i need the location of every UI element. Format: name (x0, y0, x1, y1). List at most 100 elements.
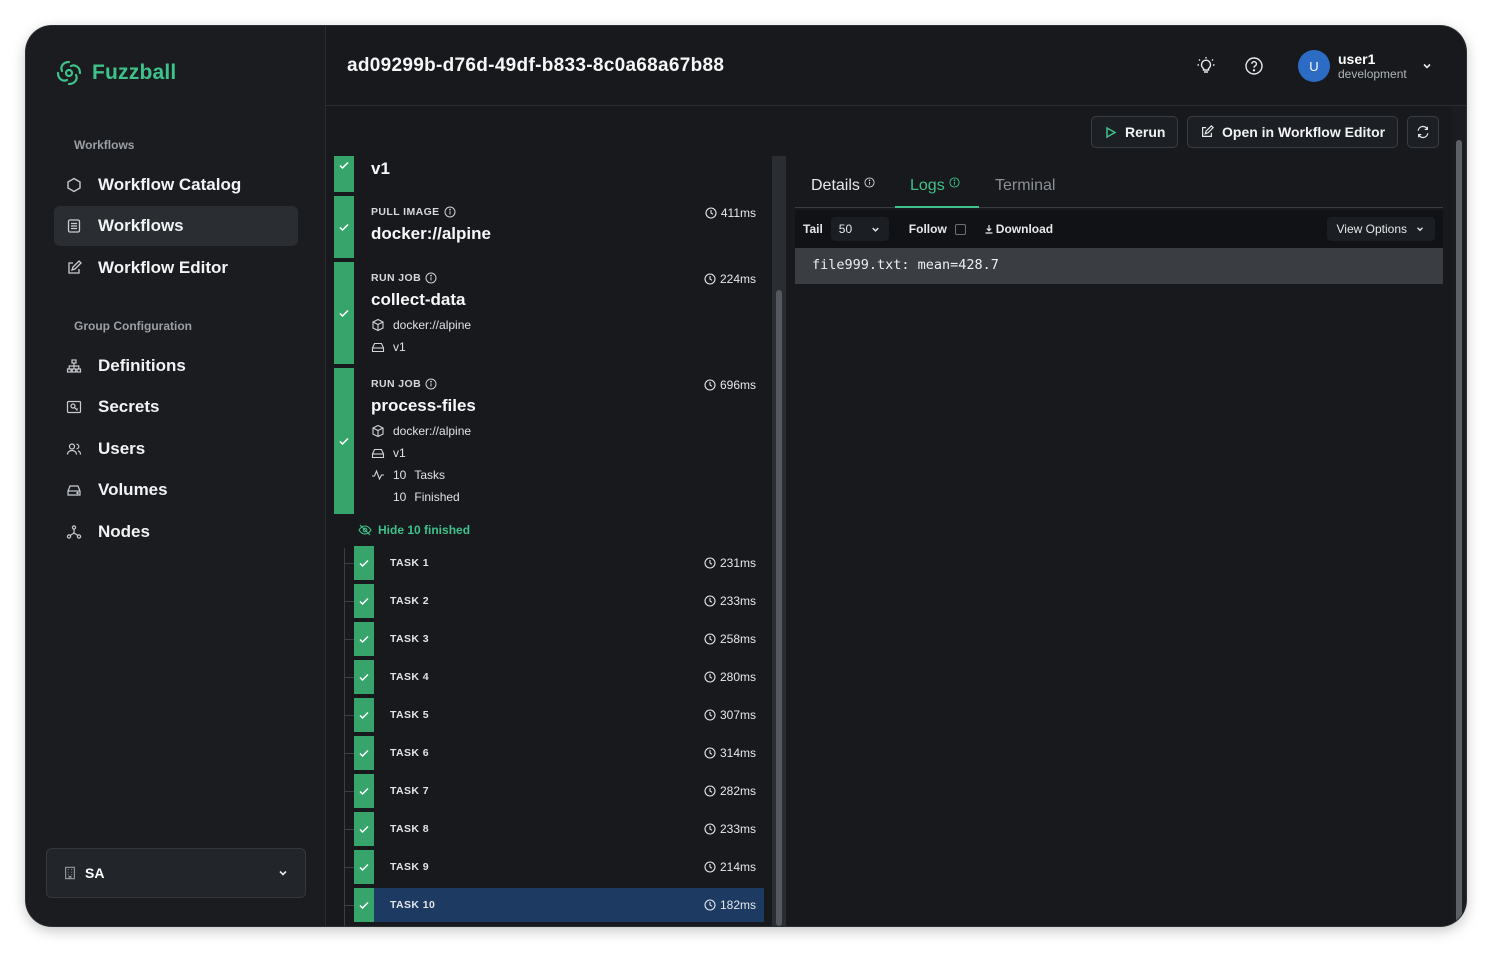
hide-finished-label: Hide 10 finished (378, 523, 471, 537)
task-row[interactable]: TASK 5 307ms (344, 698, 764, 732)
logo[interactable]: Fuzzball (54, 58, 176, 88)
step-version: v1 (371, 340, 406, 354)
tab-logs[interactable]: Logs (895, 174, 979, 208)
clock-icon (704, 899, 716, 911)
open-in-editor-button[interactable]: Open in Workflow Editor (1187, 116, 1399, 148)
clock-icon (704, 785, 716, 797)
step-duration: 696ms (704, 378, 756, 392)
open-editor-label: Open in Workflow Editor (1222, 124, 1386, 140)
follow-checkbox[interactable] (954, 223, 966, 235)
tab-label: Details (811, 177, 860, 194)
task-connector (344, 601, 354, 602)
tasks-count-value: 10 (393, 468, 407, 482)
download-button[interactable]: Download (984, 222, 1053, 236)
task-row[interactable]: TASK 8 233ms (344, 812, 764, 846)
task-row[interactable]: TASK 2 233ms (344, 584, 764, 618)
duration-value: 224ms (719, 272, 756, 286)
user-menu[interactable]: U user1 development (1298, 50, 1433, 82)
task-row[interactable]: TASK 1 231ms (344, 546, 764, 580)
task-row[interactable]: TASK 9 214ms (344, 850, 764, 884)
status-bar (354, 698, 374, 732)
chevron-down-icon (1423, 63, 1431, 69)
check-icon (359, 673, 369, 682)
page-title: ad09299b-d76d-49df-b833-8c0a68a67b88 (347, 55, 725, 76)
task-row[interactable]: TASK 10 182ms (344, 888, 764, 922)
task-row[interactable]: TASK 6 314ms (344, 736, 764, 770)
task-name: TASK 6 (390, 747, 429, 759)
status-bar (354, 546, 374, 580)
step-version: v1 (371, 446, 406, 460)
clock-icon (704, 823, 716, 835)
refresh-button[interactable] (1407, 116, 1439, 148)
chevron-down-icon (1417, 227, 1423, 232)
workflow-root[interactable]: v1 (334, 156, 764, 192)
check-icon (339, 223, 349, 232)
step-pull-image[interactable]: PULL IMAGE 411ms docker://alpine (334, 196, 764, 258)
activity-icon (372, 469, 384, 481)
rerun-button[interactable]: Rerun (1091, 116, 1179, 148)
user-environment: development (1338, 66, 1407, 81)
tree-scrollbar-thumb[interactable] (776, 290, 782, 926)
sidebar-item-volumes[interactable]: Volumes (54, 470, 298, 510)
task-duration: 258ms (704, 632, 756, 646)
lightbulb-icon[interactable] (1196, 56, 1216, 76)
sidebar-item-nodes[interactable]: Nodes (54, 512, 298, 552)
app-name: Fuzzball (92, 61, 177, 84)
status-bar (334, 368, 354, 514)
task-row[interactable]: TASK 3 258ms (344, 622, 764, 656)
info-icon[interactable] (425, 378, 437, 390)
sidebar-item-secrets[interactable]: Secrets (54, 387, 298, 427)
download-label: Download (995, 222, 1054, 236)
step-finished-count: 10 Finished (371, 490, 460, 504)
view-options-button[interactable]: View Options (1326, 217, 1435, 241)
sidebar-item-users[interactable]: Users (54, 429, 298, 469)
task-row[interactable]: TASK 7 282ms (344, 774, 764, 808)
org-selector-label: SA (85, 865, 105, 881)
workflow-root-name: v1 (371, 159, 390, 178)
duration-value: 282ms (719, 784, 756, 798)
task-connector (344, 867, 354, 868)
task-row[interactable]: TASK 4 280ms (344, 660, 764, 694)
tab-label: Terminal (995, 177, 1056, 194)
sidebar-item-workflow-editor[interactable]: Workflow Editor (54, 248, 298, 288)
status-bar (334, 196, 354, 258)
step-collect-data[interactable]: RUN JOB 224ms collect-data docker://alpi… (334, 262, 764, 364)
clock-icon (704, 595, 716, 607)
help-icon[interactable] (1244, 56, 1264, 76)
clock-icon (704, 273, 716, 285)
play-icon (1106, 126, 1117, 138)
hexagon-icon (67, 177, 81, 193)
duration-value: 233ms (719, 594, 756, 608)
hide-finished-toggle[interactable]: Hide 10 finished (358, 523, 470, 537)
status-bar (354, 736, 374, 770)
sidebar-item-workflow-catalog[interactable]: Workflow Catalog (54, 165, 298, 205)
sidebar-item-workflows[interactable]: Workflows (54, 206, 298, 246)
tab-details[interactable]: Details (811, 174, 875, 208)
org-selector[interactable]: SA (46, 848, 306, 898)
task-connector (344, 563, 354, 564)
refresh-icon (1417, 125, 1429, 139)
clock-icon (705, 207, 717, 219)
version-value: v1 (393, 340, 406, 354)
step-tasks-count: 10 Tasks (371, 468, 445, 482)
follow-label: Follow (908, 222, 947, 236)
info-icon[interactable] (444, 206, 456, 218)
finished-label: Finished (414, 490, 460, 504)
sidebar-item-definitions[interactable]: Definitions (54, 346, 298, 386)
task-duration: 233ms (704, 822, 756, 836)
info-icon (949, 177, 960, 188)
workflow-tree: v1 PULL IMAGE 411ms docker://alpine RUN … (334, 156, 764, 926)
task-name: TASK 4 (390, 671, 429, 683)
tail-select[interactable]: 50 (830, 217, 889, 241)
page-scrollbar-thumb[interactable] (1456, 140, 1462, 926)
step-process-files[interactable]: RUN JOB 696ms process-files docker://alp… (334, 368, 764, 514)
info-icon[interactable] (425, 272, 437, 284)
step-type: RUN JOB (371, 272, 437, 284)
status-bar (354, 660, 374, 694)
task-name: TASK 1 (390, 557, 429, 569)
drive-icon (67, 485, 81, 496)
image-value: docker://alpine (393, 424, 472, 438)
tab-terminal[interactable]: Terminal (995, 174, 1055, 208)
check-icon (359, 825, 369, 834)
sidebar-item-label: Workflow Catalog (98, 175, 242, 194)
